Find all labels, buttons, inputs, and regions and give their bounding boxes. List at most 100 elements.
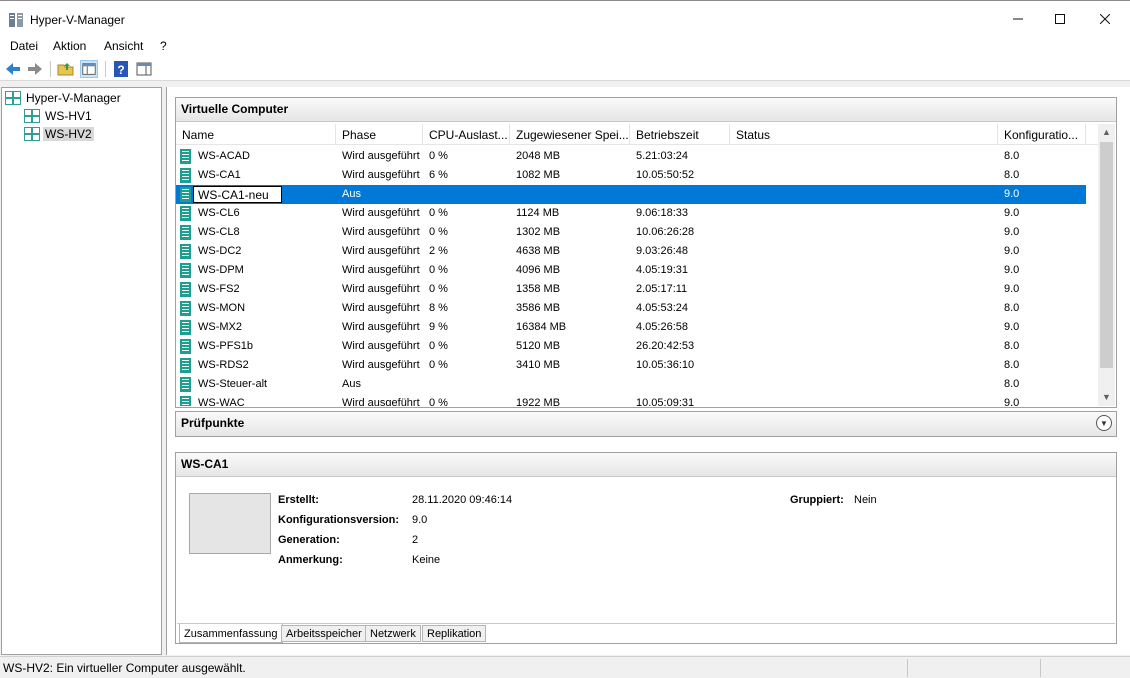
minimize-button[interactable] — [995, 1, 1041, 37]
tree-item-ws-hv2[interactable]: WS-HV2 — [24, 126, 94, 142]
virtual-machine-icon — [180, 282, 191, 297]
vm-row[interactable]: WS-PFS1b Wird ausgeführt 0 % 5120 MB 26.20:4… — [176, 337, 1086, 356]
menu-aktion[interactable]: Aktion — [53, 39, 86, 53]
scroll-up-icon[interactable]: ▲ — [1098, 124, 1115, 141]
vm-row[interactable]: WS-RDS2 Wird ausgeführt 0 % 3410 MB 10.05:36… — [176, 356, 1086, 375]
vm-name: WS-MON — [198, 302, 246, 314]
expand-collapse-icon[interactable]: ▼ — [1096, 415, 1112, 431]
folder-up-icon[interactable] — [57, 60, 75, 78]
vm-row[interactable]: WS-CL6 Wird ausgeführt 0 % 1124 MB 9.06:18:3… — [176, 204, 1086, 223]
virtual-machines-panel: Virtuelle Computer ^ Name Phase CPU-Ausl… — [175, 97, 1117, 408]
vm-assigned-memory: 1358 MB — [516, 283, 561, 295]
menu-ansicht[interactable]: Ansicht — [104, 39, 143, 53]
grouped-label: Gruppiert: — [790, 494, 844, 506]
column-header-config[interactable]: Konfiguratio... — [998, 124, 1086, 145]
status-divider — [907, 659, 908, 677]
vm-name: WS-DPM — [198, 264, 244, 276]
vm-row[interactable]: WS-CA1-neu Aus 9.0 — [176, 185, 1086, 204]
scrollbar-thumb[interactable] — [1100, 142, 1113, 368]
help-icon[interactable]: ? — [112, 60, 130, 78]
column-header-phase[interactable]: Phase — [336, 124, 423, 145]
vm-assigned-memory: 2048 MB — [516, 150, 561, 162]
vm-list-scrollbar[interactable]: ▲ ▼ — [1098, 124, 1115, 406]
vm-uptime: 10.05:09:31 — [636, 397, 695, 406]
vm-uptime: 10.05:50:52 — [636, 169, 695, 181]
vm-config-version: 9.0 — [1004, 283, 1020, 295]
vm-assigned-memory: 1302 MB — [516, 226, 561, 238]
vm-config-version: 8.0 — [1004, 302, 1020, 314]
vm-row[interactable]: WS-DC2 Wird ausgeführt 2 % 4638 MB 9.03:26:4… — [176, 242, 1086, 261]
close-icon — [1100, 14, 1110, 24]
svg-text:?: ? — [117, 63, 124, 77]
minimize-icon — [1013, 18, 1023, 20]
column-header-name[interactable]: ^ Name — [176, 124, 336, 145]
forward-arrow-icon[interactable] — [26, 60, 44, 78]
column-header-cpu[interactable]: CPU-Auslast... — [423, 124, 510, 145]
vm-name: WS-WAC — [198, 397, 245, 406]
vm-thumbnail[interactable] — [189, 493, 271, 554]
vm-row[interactable]: WS-MX2 Wird ausgeführt 9 % 16384 MB 4.05:26:… — [176, 318, 1086, 337]
column-header-status[interactable]: Status — [730, 124, 998, 145]
vm-uptime: 9.06:18:33 — [636, 207, 688, 219]
vm-row[interactable]: WS-FS2 Wird ausgeführt 0 % 1358 MB 2.05:17:1… — [176, 280, 1086, 299]
config-version-value: 9.0 — [412, 514, 428, 526]
back-arrow-icon[interactable] — [4, 60, 22, 78]
vm-row[interactable]: WS-Steuer-alt Aus 8.0 — [176, 375, 1086, 394]
vm-cpu-usage: 0 % — [429, 226, 448, 238]
config-version-label: Konfigurationsversion: — [278, 514, 400, 526]
details-summary: Erstellt: 28.11.2020 09:46:14 Konfigurat… — [177, 478, 1115, 624]
vm-row[interactable]: WS-MON Wird ausgeführt 8 % 3586 MB 4.05:53:2… — [176, 299, 1086, 318]
vm-phase: Wird ausgeführt — [342, 321, 420, 333]
virtual-machine-icon — [180, 149, 191, 164]
action-pane-icon[interactable] — [135, 60, 153, 78]
vm-assigned-memory: 5120 MB — [516, 340, 561, 352]
virtual-machine-icon — [180, 358, 191, 373]
vm-phase: Wird ausgeführt — [342, 340, 420, 352]
column-header-uptime[interactable]: Betriebszeit — [630, 124, 730, 145]
vm-cpu-usage: 0 % — [429, 359, 448, 371]
vm-phase: Aus — [342, 378, 361, 390]
tree-root[interactable]: Hyper-V-Manager — [5, 90, 123, 106]
vm-row[interactable]: WS-WAC Wird ausgeführt 0 % 1922 MB 10.05:09:… — [176, 394, 1086, 406]
vm-uptime: 26.20:42:53 — [636, 340, 695, 352]
column-header-memory[interactable]: Zugewiesener Spei... — [510, 124, 630, 145]
virtual-machines-header: Virtuelle Computer — [176, 98, 1116, 122]
vm-row[interactable]: WS-CL8 Wird ausgeführt 0 % 1302 MB 10.06:26:… — [176, 223, 1086, 242]
tab-replikation[interactable]: Replikation — [422, 625, 487, 642]
virtual-machine-icon — [180, 225, 191, 240]
tab-zusammenfassung[interactable]: Zusammenfassung — [179, 624, 283, 643]
title-bar: Hyper-V-Manager — [0, 0, 1130, 36]
menu-help[interactable]: ? — [160, 39, 167, 53]
server-group-icon — [5, 91, 21, 105]
close-button[interactable] — [1082, 1, 1128, 37]
vm-list: WS-ACAD Wird ausgeführt 0 % 2048 MB 5.21:03:… — [176, 147, 1098, 406]
vm-phase: Wird ausgeführt — [342, 150, 420, 162]
vm-uptime: 10.06:26:28 — [636, 226, 695, 238]
show-hide-tree-icon[interactable] — [80, 60, 98, 78]
vm-config-version: 9.0 — [1004, 264, 1020, 276]
menu-datei[interactable]: Datei — [10, 39, 38, 53]
tab-arbeitsspeicher[interactable]: Arbeitsspeicher — [281, 625, 367, 642]
vm-cpu-usage: 0 % — [429, 397, 448, 406]
vm-config-version: 9.0 — [1004, 397, 1020, 406]
status-bar: WS-HV2: Ein virtueller Computer ausgewäh… — [0, 656, 1130, 678]
vm-cpu-usage: 0 % — [429, 283, 448, 295]
tree-root-label: Hyper-V-Manager — [26, 91, 121, 105]
vm-uptime: 4.05:19:31 — [636, 264, 688, 276]
vm-phase: Wird ausgeführt — [342, 169, 420, 181]
vm-config-version: 9.0 — [1004, 321, 1020, 333]
vm-assigned-memory: 3586 MB — [516, 302, 561, 314]
virtual-machine-icon — [180, 187, 191, 202]
navigation-tree: Hyper-V-Manager WS-HV1 WS-HV2 — [1, 87, 162, 655]
vm-phase: Wird ausgeführt — [342, 397, 420, 406]
tree-item-ws-hv1[interactable]: WS-HV1 — [24, 108, 94, 124]
vm-assigned-memory: 1124 MB — [516, 207, 560, 219]
vm-row[interactable]: WS-CA1 Wird ausgeführt 6 % 1082 MB 10.05:50:… — [176, 166, 1086, 185]
tree-item-label: WS-HV1 — [45, 109, 92, 123]
vm-row[interactable]: WS-DPM Wird ausgeführt 0 % 4096 MB 4.05:19:3… — [176, 261, 1086, 280]
tab-netzwerk[interactable]: Netzwerk — [365, 625, 421, 642]
scroll-down-icon[interactable]: ▼ — [1098, 389, 1115, 406]
vm-row[interactable]: WS-ACAD Wird ausgeführt 0 % 2048 MB 5.21:03:… — [176, 147, 1086, 166]
vm-rename-input[interactable]: WS-CA1-neu — [193, 186, 282, 203]
maximize-button[interactable] — [1037, 1, 1083, 37]
